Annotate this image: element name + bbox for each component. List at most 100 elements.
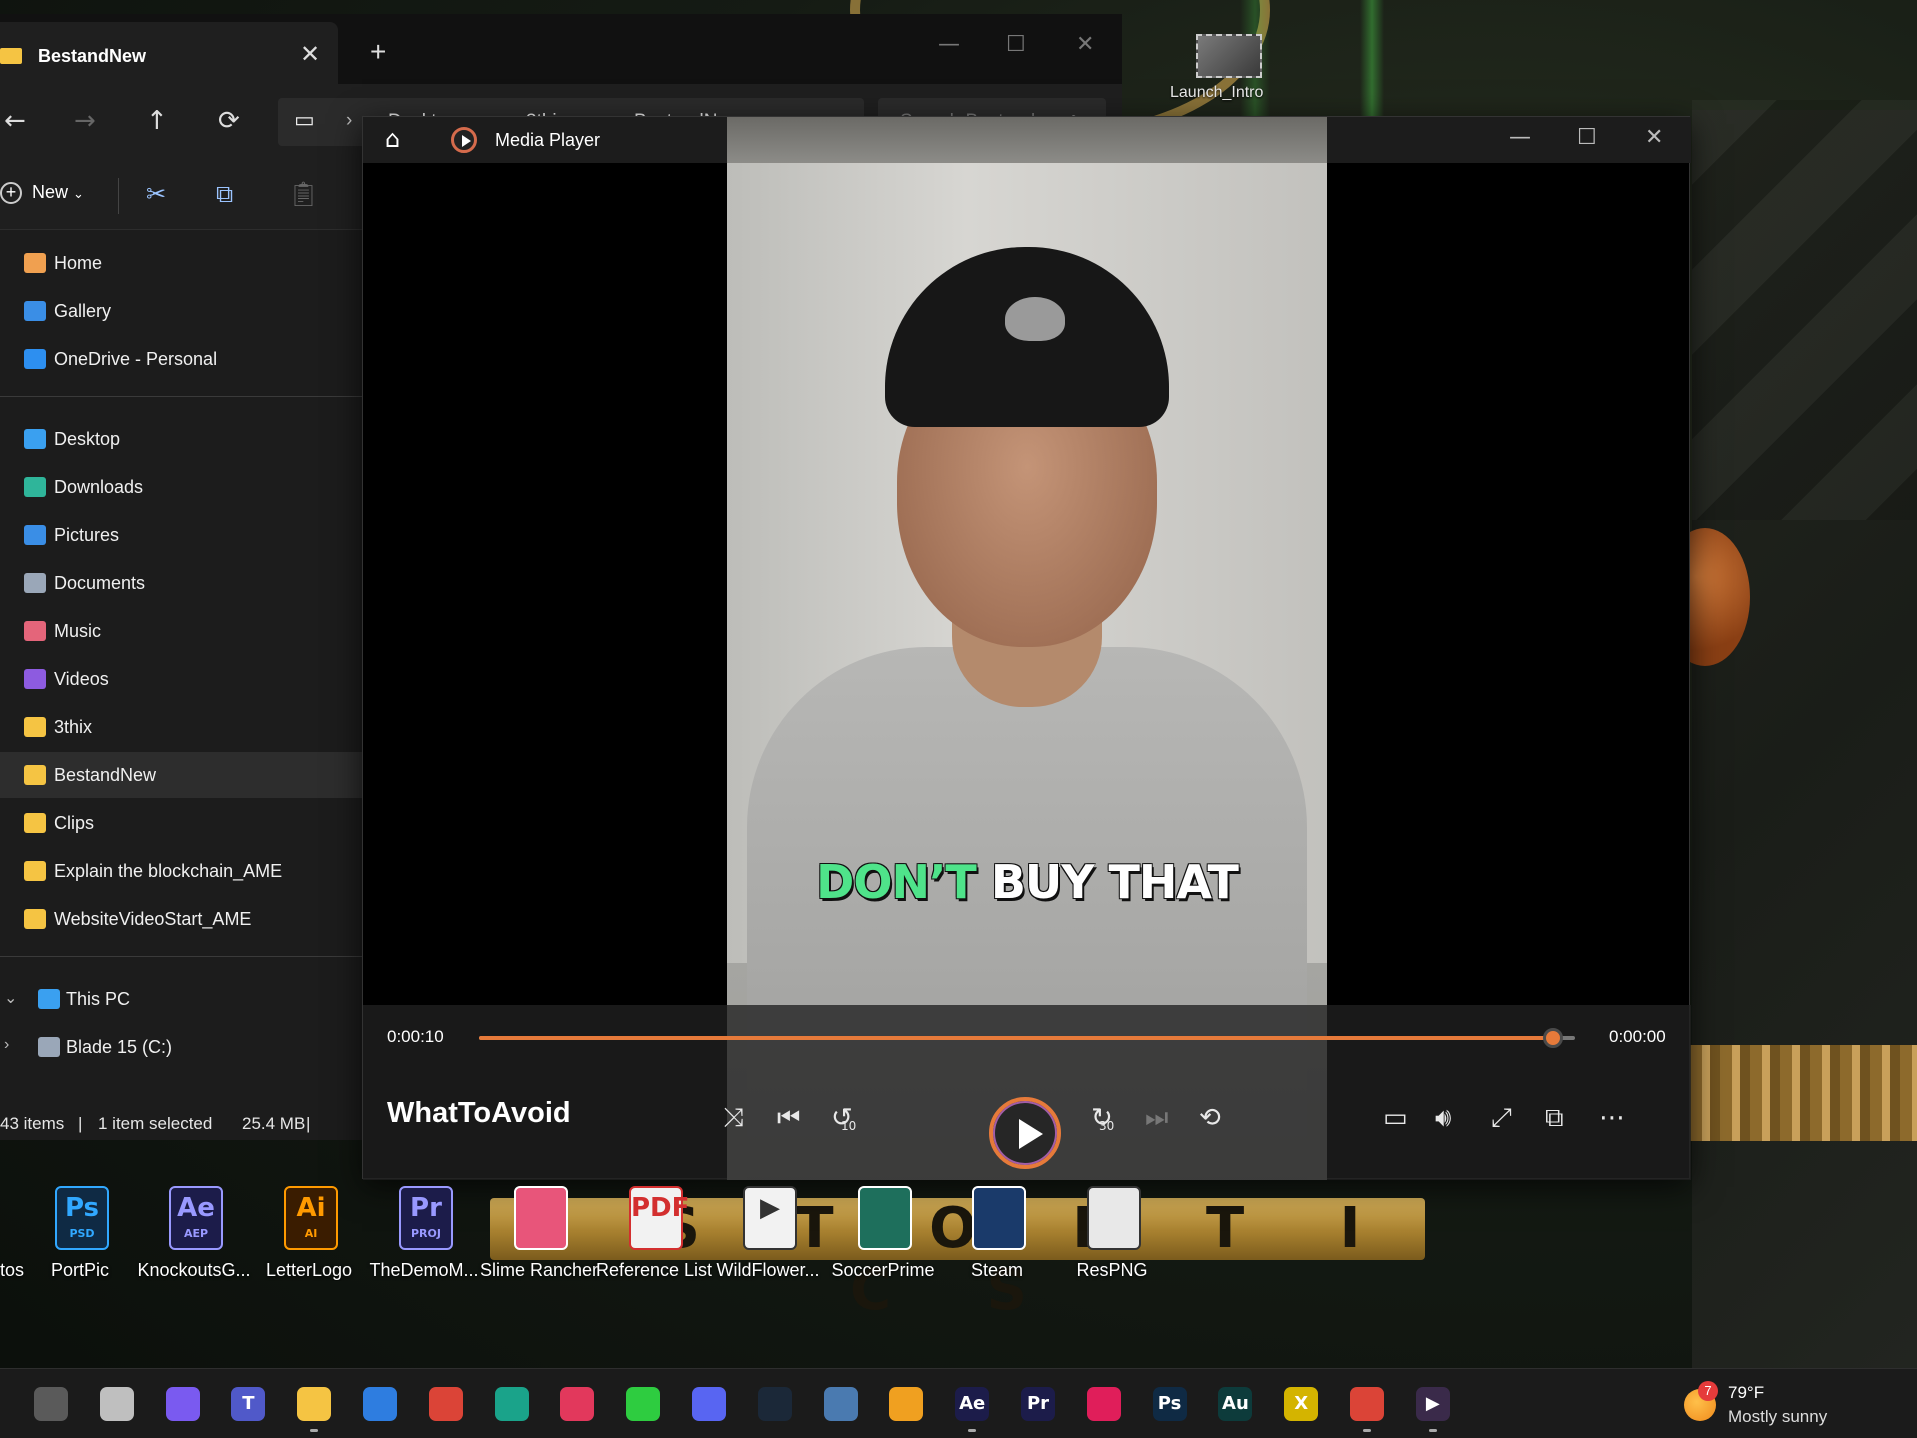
- taskbar-xbox-app-icon[interactable]: [626, 1387, 661, 1421]
- taskbar-premiere-icon[interactable]: Pr: [1021, 1387, 1055, 1421]
- taskbar-chrome-icon[interactable]: [428, 1387, 463, 1421]
- sidebar-item-3thix[interactable]: 3thix: [0, 704, 362, 750]
- sidebar-item-desktop[interactable]: Desktop: [0, 416, 362, 462]
- taskbar-audition-icon[interactable]: Au: [1218, 1387, 1253, 1421]
- chevron-down-icon: ⌄: [73, 186, 84, 201]
- sidebar-item-music[interactable]: Music: [0, 608, 362, 654]
- up-arrow-icon[interactable]: ↑: [146, 106, 168, 136]
- taskbar-resource-monitor-icon[interactable]: [823, 1387, 858, 1421]
- playback-controls-panel: 0:00:10 0:00:00 WhatToAvoid ⤨ ⏮ ↺ 10 ↻ 30 …: [363, 1005, 1691, 1180]
- explorer-tab-bestandnew[interactable]: BestandNew ✕: [0, 22, 338, 84]
- new-button[interactable]: + New ⌄: [0, 182, 84, 204]
- taskbar-game-app-icon[interactable]: [889, 1387, 924, 1421]
- taskbar-discord-icon[interactable]: [692, 1387, 726, 1421]
- file-extension-label: PSD: [69, 1227, 95, 1240]
- explorer-maximize-button[interactable]: ☐: [1006, 32, 1026, 57]
- rewind-10-icon[interactable]: ↺ 10: [831, 1103, 856, 1133]
- taskbar-creative-cloud-icon[interactable]: [560, 1387, 595, 1421]
- sidebar-item-home[interactable]: Home: [0, 240, 362, 286]
- taskbar-after-effects-icon[interactable]: Ae: [955, 1387, 990, 1421]
- desktop-icon-soccerprime[interactable]: SoccerPrime: [828, 1180, 938, 1280]
- file-type-badge: Ae: [177, 1193, 215, 1223]
- forward-30-icon[interactable]: ↻ 30: [1091, 1103, 1114, 1133]
- shuffle-icon[interactable]: ⤨: [723, 1103, 744, 1134]
- sidebar-item-documents[interactable]: Documents: [0, 560, 362, 606]
- status-divider: |: [78, 1114, 83, 1133]
- desktop-icon-launch-intro[interactable]: [1196, 34, 1262, 78]
- sidebar-item-label: Documents: [54, 573, 146, 593]
- sidebar-item-this-pc[interactable]: ⌄ This PC: [0, 976, 362, 1022]
- explorer-tab-bar: BestandNew ✕ + — ☐ ✕: [0, 14, 1122, 84]
- forward-arrow-icon[interactable]: →: [74, 106, 96, 136]
- cut-icon[interactable]: ✂: [146, 180, 166, 208]
- sidebar-item-label: OneDrive - Personal: [54, 349, 218, 369]
- sidebar-item-blade-15-c-[interactable]: › Blade 15 (C:): [0, 1024, 362, 1070]
- miniplayer-icon[interactable]: ⧉: [1545, 1103, 1564, 1134]
- file-type-badge: Pr: [410, 1193, 442, 1223]
- taskbar-slack-icon[interactable]: [1086, 1387, 1121, 1421]
- sidebar-item-pictures[interactable]: Pictures: [0, 512, 362, 558]
- chevron-right-icon[interactable]: ›: [4, 1036, 9, 1054]
- chevron-down-icon[interactable]: ⌄: [4, 988, 17, 1008]
- sidebar-item-websitevideostart-ame[interactable]: WebsiteVideoStart_AME: [0, 896, 362, 942]
- previous-icon[interactable]: ⏮: [777, 1103, 800, 1134]
- home-icon[interactable]: ⌂: [385, 125, 400, 153]
- taskbar-file-explorer-icon[interactable]: [297, 1387, 332, 1421]
- fullscreen-icon[interactable]: ⤢: [1491, 1103, 1512, 1134]
- taskbar-steam-icon[interactable]: [757, 1387, 792, 1421]
- sidebar-item-explain-the-blockchain-ame[interactable]: Explain the blockchain_AME: [0, 848, 362, 894]
- player-maximize-button[interactable]: ☐: [1577, 125, 1597, 150]
- repeat-icon[interactable]: ⟲: [1199, 1103, 1221, 1133]
- file-type-icon: Ps PSD: [55, 1186, 109, 1250]
- sidebar-item-gallery[interactable]: Gallery: [0, 288, 362, 334]
- taskbar-xsplit-icon[interactable]: X: [1284, 1387, 1319, 1421]
- explorer-minimize-button[interactable]: —: [938, 32, 960, 57]
- seek-bar[interactable]: [479, 1028, 1575, 1048]
- desktop-icon-reference-list[interactable]: PDF Reference List: [596, 1180, 712, 1280]
- explorer-navigation-pane: Home Gallery OneDrive - Personal Desktop Dow…: [0, 230, 362, 1110]
- player-minimize-button[interactable]: —: [1509, 125, 1531, 150]
- taskbar-edge-icon[interactable]: [494, 1387, 529, 1421]
- play-button[interactable]: [989, 1097, 1061, 1169]
- desktop-icon-slime-rancher[interactable]: Slime Rancher: [480, 1180, 598, 1280]
- sidebar-item-videos[interactable]: Videos: [0, 656, 362, 702]
- seek-bar-thumb[interactable]: [1543, 1028, 1564, 1048]
- more-options-icon[interactable]: ⋯: [1599, 1103, 1625, 1133]
- weather-description[interactable]: Mostly sunny: [1728, 1407, 1827, 1427]
- next-icon[interactable]: ⏭: [1145, 1103, 1168, 1134]
- taskbar-store-icon[interactable]: [363, 1387, 397, 1421]
- taskbar-copilot-icon[interactable]: [165, 1387, 200, 1421]
- taskbar-media-player-icon[interactable]: ▶: [1415, 1387, 1450, 1421]
- captions-icon[interactable]: ▭: [1383, 1103, 1408, 1133]
- taskbar-widgets-icon[interactable]: [34, 1387, 68, 1421]
- paste-icon[interactable]: 📋︎: [288, 180, 318, 208]
- close-tab-icon[interactable]: ✕: [300, 40, 320, 69]
- desktop-icon-respng[interactable]: ResPNG: [1057, 1180, 1167, 1280]
- copy-icon[interactable]: ⧉: [216, 180, 233, 208]
- taskbar-photoshop-icon[interactable]: Ps: [1152, 1387, 1187, 1421]
- explorer-close-button[interactable]: ✕: [1076, 32, 1094, 57]
- sidebar-item-bestandnew[interactable]: BestandNew: [0, 752, 362, 798]
- desktop-icon-letterlogo[interactable]: Ai AI LetterLogo: [254, 1180, 364, 1280]
- taskbar-task-view-icon[interactable]: [99, 1387, 134, 1421]
- player-close-button[interactable]: ✕: [1645, 125, 1663, 150]
- sidebar-item-clips[interactable]: Clips: [0, 800, 362, 846]
- onedrive-icon: [24, 349, 46, 369]
- desktop-icon-knockoutsg-[interactable]: Ae AEP KnockoutsG...: [137, 1180, 251, 1280]
- refresh-icon[interactable]: ⟳: [218, 106, 240, 136]
- desktop-icon-steam[interactable]: Steam: [942, 1180, 1052, 1280]
- sidebar-item-onedrive-personal[interactable]: OneDrive - Personal: [0, 336, 362, 382]
- status-selected-size: 25.4 MB: [242, 1114, 306, 1133]
- new-tab-button[interactable]: +: [370, 36, 386, 68]
- volume-icon[interactable]: 🔊︎: [1435, 1103, 1451, 1134]
- back-arrow-icon[interactable]: ←: [4, 106, 26, 136]
- desktop-icon-wildflower-[interactable]: ▶ WildFlower...: [713, 1180, 823, 1280]
- weather-temperature[interactable]: 79°F: [1728, 1383, 1764, 1403]
- taskbar-teams-icon[interactable]: T: [231, 1387, 266, 1421]
- desktop-icon-portpic[interactable]: Ps PSD PortPic: [25, 1180, 135, 1280]
- desktop-icon-thedemom-[interactable]: Pr PROJ TheDemoM...: [369, 1180, 479, 1280]
- sidebar-item-label: Desktop: [54, 429, 121, 449]
- sidebar-item-downloads[interactable]: Downloads: [0, 464, 362, 510]
- file-type-icon: PDF: [629, 1186, 689, 1250]
- taskbar-chrome-2-icon[interactable]: [1350, 1387, 1384, 1421]
